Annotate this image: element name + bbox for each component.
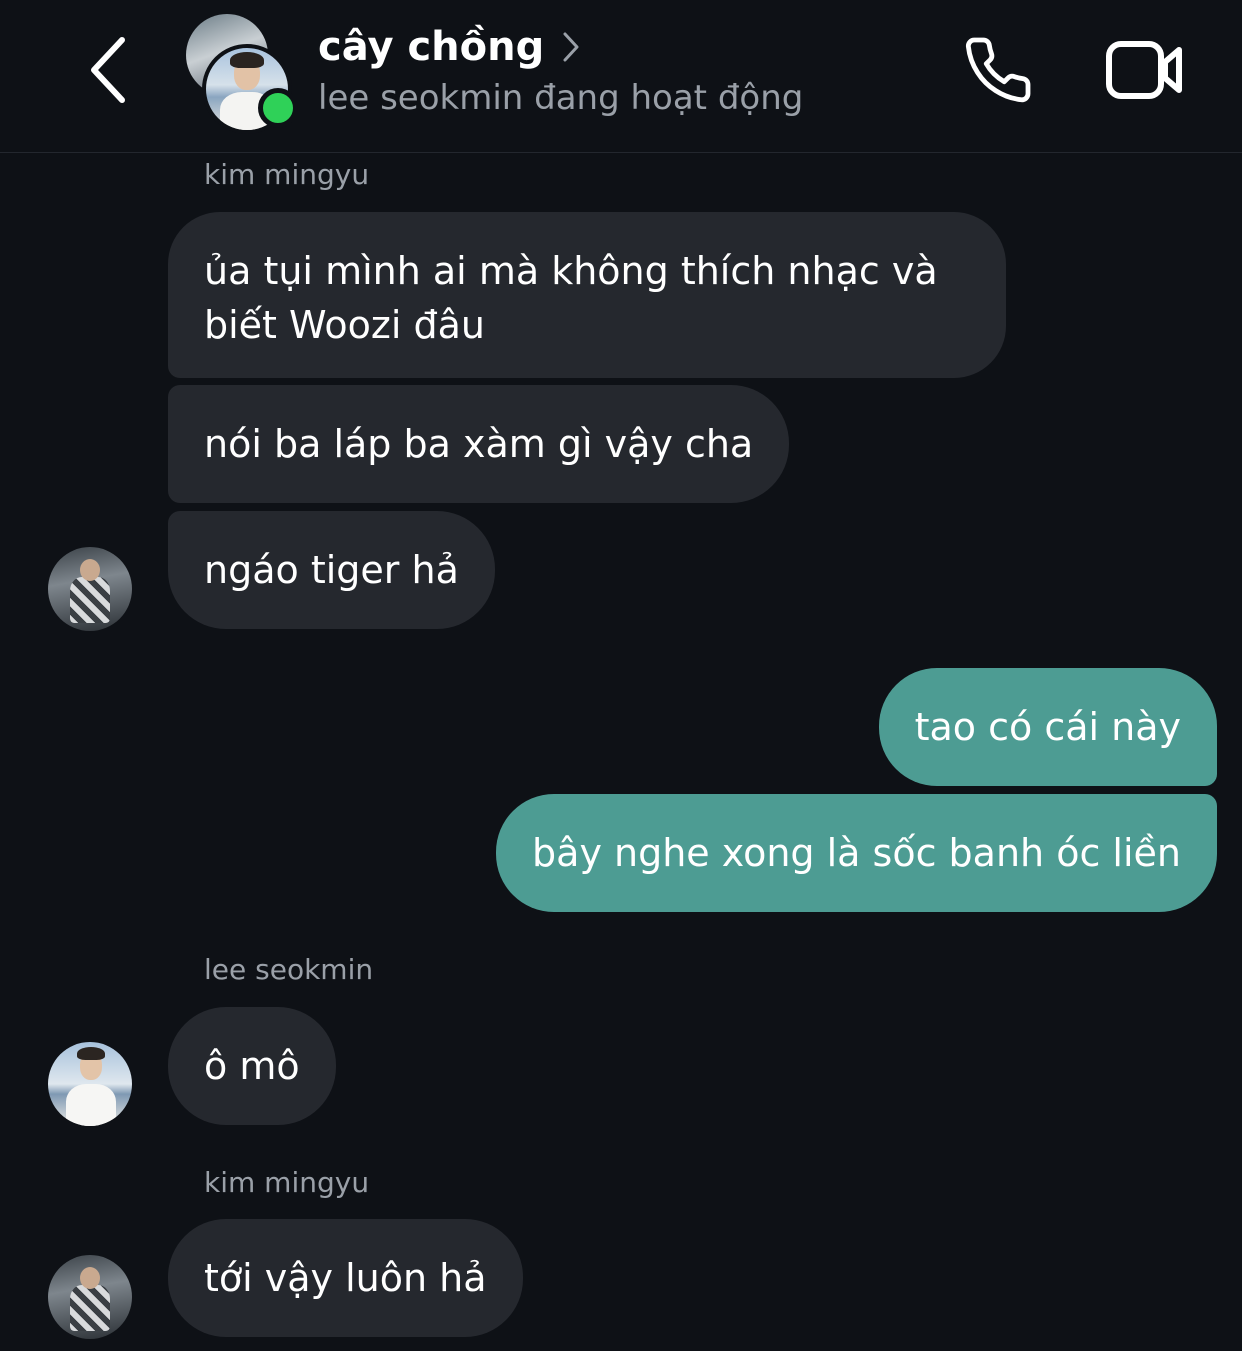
voice-call-button[interactable] <box>958 30 1038 110</box>
incoming-message[interactable]: ô mô <box>168 1007 336 1125</box>
chat-title-text: cây chồng <box>318 24 545 70</box>
incoming-message[interactable]: nói ba láp ba xàm gì vậy cha <box>168 385 790 503</box>
chat-screen: cây chồng lee seokmin đang hoạt động kim… <box>0 0 1242 1351</box>
video-call-button[interactable] <box>1100 30 1190 110</box>
incoming-message[interactable]: ngáo tiger hả <box>168 511 495 629</box>
chat-title[interactable]: cây chồng <box>318 24 580 70</box>
avatar[interactable] <box>48 1255 132 1339</box>
sender-name: kim mingyu <box>204 158 370 191</box>
active-status: lee seokmin đang hoạt động <box>318 78 804 118</box>
avatar[interactable] <box>48 547 132 631</box>
sender-name: lee seokmin <box>204 953 374 986</box>
chevron-right-icon <box>562 31 580 63</box>
avatar[interactable] <box>48 1042 132 1126</box>
outgoing-message[interactable]: tao có cái này <box>878 668 1217 786</box>
video-camera-icon <box>1106 41 1182 99</box>
phone-icon <box>965 37 1031 103</box>
chat-header: cây chồng lee seokmin đang hoạt động <box>0 0 1242 153</box>
outgoing-message[interactable]: bây nghe xong là sốc banh óc liền <box>496 794 1217 912</box>
incoming-message[interactable]: tới vậy luôn hả <box>168 1219 523 1337</box>
online-status-dot <box>258 88 298 128</box>
incoming-message[interactable]: ủa tụi mình ai mà không thích nhạc và bi… <box>168 212 1006 378</box>
chevron-left-icon <box>91 37 125 103</box>
back-button[interactable] <box>78 30 138 110</box>
sender-name: kim mingyu <box>204 1166 370 1199</box>
